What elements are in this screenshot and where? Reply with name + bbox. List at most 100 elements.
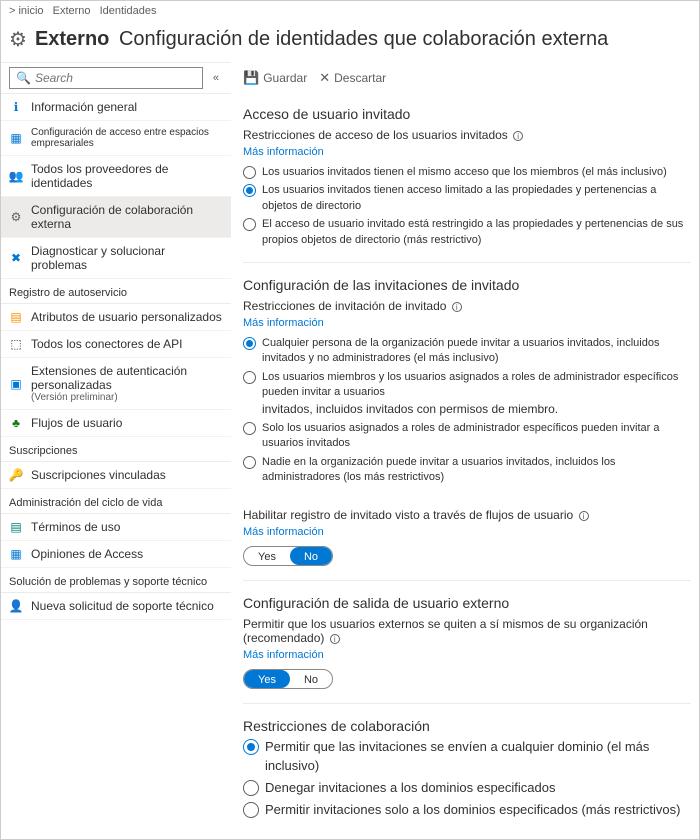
radio-icon bbox=[243, 802, 259, 818]
collab-opt2[interactable]: Denegar invitaciones a los dominios espe… bbox=[243, 779, 691, 797]
discard-icon: ✕ bbox=[319, 70, 330, 86]
toggle-yes[interactable]: Yes bbox=[244, 670, 290, 688]
info-circle-icon[interactable]: i bbox=[579, 511, 589, 521]
radio-label: Nadie en la organización puede invitar a… bbox=[262, 455, 691, 486]
discard-label: Descartar bbox=[334, 71, 386, 85]
info-circle-icon[interactable]: i bbox=[452, 302, 462, 312]
selfservice-title: Habilitar registro de invitado visto a t… bbox=[243, 508, 691, 522]
sidebar-item-terms[interactable]: ▤ Términos de uso bbox=[1, 514, 231, 541]
flows-icon: ♣ bbox=[9, 416, 23, 430]
radio-label: El acceso de usuario invitado está restr… bbox=[262, 217, 691, 248]
radio-icon bbox=[243, 337, 256, 350]
radio-label: Los usuarios miembros y los usuarios asi… bbox=[262, 370, 691, 418]
sidebar-item-access-reviews[interactable]: ▦ Opiniones de Access bbox=[1, 541, 231, 568]
radio-icon bbox=[243, 739, 259, 755]
breadcrumb-identities[interactable]: Identidades bbox=[100, 5, 157, 17]
toggle-no[interactable]: No bbox=[290, 547, 332, 565]
search-input[interactable] bbox=[35, 71, 196, 85]
invite-opt3[interactable]: Solo los usuarios asignados a roles de a… bbox=[243, 421, 691, 452]
radio-icon bbox=[243, 166, 256, 179]
guest-access-more-info[interactable]: Más información bbox=[243, 146, 324, 158]
radio-label: Los usuarios invitados tienen el mismo a… bbox=[262, 165, 667, 180]
info-circle-icon[interactable]: i bbox=[513, 131, 523, 141]
sidebar-item-label: Opiniones de Access bbox=[31, 547, 143, 561]
discard-button[interactable]: ✕ Descartar bbox=[319, 70, 386, 86]
guest-access-opt1[interactable]: Los usuarios invitados tienen el mismo a… bbox=[243, 165, 691, 180]
radio-label: Los usuarios invitados tienen acceso lim… bbox=[262, 183, 691, 214]
radio-icon bbox=[243, 780, 259, 796]
page-title: Externo Configuración de identidades que… bbox=[35, 28, 608, 51]
sidebar-item-label: Información general bbox=[31, 100, 137, 114]
radio-label: Cualquier persona de la organización pue… bbox=[262, 336, 691, 367]
guest-access-opt2[interactable]: Los usuarios invitados tienen acceso lim… bbox=[243, 183, 691, 214]
gear-icon: ⚙ bbox=[9, 27, 27, 52]
radio-label: Permitir que las invitaciones se envíen … bbox=[265, 738, 691, 774]
selfservice-toggle[interactable]: Yes No bbox=[243, 546, 333, 566]
collapse-sidebar-button[interactable]: « bbox=[209, 70, 223, 86]
sidebar-item-cross-tenant[interactable]: ▦ Configuración de acceso entre espacios… bbox=[1, 121, 231, 156]
sidebar-item-label: Atributos de usuario personalizados bbox=[31, 310, 222, 324]
main-content: 💾 Guardar ✕ Descartar Acceso de usuario … bbox=[231, 62, 699, 839]
toggle-no[interactable]: No bbox=[290, 670, 332, 688]
invite-opt4[interactable]: Nadie en la organización puede invitar a… bbox=[243, 455, 691, 486]
breadcrumb-external[interactable]: Externo bbox=[53, 5, 91, 17]
cross-tenant-icon: ▦ bbox=[9, 131, 23, 145]
collab-opt3[interactable]: Permitir invitaciones solo a los dominio… bbox=[243, 801, 691, 819]
sidebar-group-selfservice: Registro de autoservicio bbox=[1, 279, 231, 304]
sidebar-item-label: Flujos de usuario bbox=[31, 416, 122, 430]
sidebar-item-label: Configuración de colaboración externa bbox=[31, 203, 223, 231]
terms-icon: ▤ bbox=[9, 520, 23, 534]
gear-small-icon: ⚙ bbox=[9, 210, 23, 224]
search-box[interactable]: 🔍 bbox=[9, 67, 203, 89]
sidebar-item-label: Todos los proveedores de identidades bbox=[31, 162, 223, 190]
selfservice-more-info[interactable]: Más información bbox=[243, 526, 324, 538]
radio-icon bbox=[243, 184, 256, 197]
sidebar-item-auth-extensions[interactable]: ▣ Extensiones de autenticación personali… bbox=[1, 358, 231, 410]
sidebar-item-new-support[interactable]: 👤 Nueva solicitud de soporte técnico bbox=[1, 593, 231, 620]
info-icon: ℹ bbox=[9, 100, 23, 114]
invite-opt1[interactable]: Cualquier persona de la organización pue… bbox=[243, 336, 691, 367]
people-icon: 👥 bbox=[9, 169, 23, 183]
leave-more-info[interactable]: Más información bbox=[243, 649, 324, 661]
radio-icon bbox=[243, 422, 256, 435]
sidebar-group-lifecycle: Administración del ciclo de vida bbox=[1, 489, 231, 514]
guest-access-opt3[interactable]: El acceso de usuario invitado está restr… bbox=[243, 217, 691, 248]
section-collab-title: Restricciones de colaboración bbox=[243, 718, 691, 734]
invite-sub: Restricciones de invitación de invitado … bbox=[243, 299, 691, 313]
guest-access-sub: Restricciones de acceso de los usuarios … bbox=[243, 128, 691, 142]
save-button[interactable]: 💾 Guardar bbox=[243, 70, 307, 86]
sidebar-item-api-connectors[interactable]: ⬚ Todos los conectores de API bbox=[1, 331, 231, 358]
sidebar-item-user-flows[interactable]: ♣ Flujos de usuario bbox=[1, 410, 231, 437]
attributes-icon: ▤ bbox=[9, 310, 23, 324]
extension-icon: ▣ bbox=[9, 377, 23, 391]
sidebar-item-identity-providers[interactable]: 👥 Todos los proveedores de identidades bbox=[1, 156, 231, 197]
sidebar-item-diagnose[interactable]: ✖ Diagnosticar y solucionar problemas bbox=[1, 238, 231, 279]
section-guest-access-title: Acceso de usuario invitado bbox=[243, 106, 691, 122]
sidebar-item-linked-subs[interactable]: 🔑 Suscripciones vinculadas bbox=[1, 462, 231, 489]
sidebar-item-label: Todos los conectores de API bbox=[31, 337, 182, 351]
page-header: ⚙ Externo Configuración de identidades q… bbox=[1, 21, 699, 62]
invite-opt2[interactable]: Los usuarios miembros y los usuarios asi… bbox=[243, 370, 691, 418]
toggle-yes[interactable]: Yes bbox=[244, 547, 290, 565]
sidebar-item-external-collab[interactable]: ⚙ Configuración de colaboración externa bbox=[1, 197, 231, 238]
reviews-icon: ▦ bbox=[9, 547, 23, 561]
page-title-sub: Configuración de identidades que colabor… bbox=[119, 28, 608, 50]
leave-toggle[interactable]: Yes No bbox=[243, 669, 333, 689]
invite-more-info[interactable]: Más información bbox=[243, 317, 324, 329]
sidebar-item-label: Suscripciones vinculadas bbox=[31, 468, 166, 482]
radio-label: Solo los usuarios asignados a roles de a… bbox=[262, 421, 691, 452]
key-icon: 🔑 bbox=[9, 468, 23, 482]
save-icon: 💾 bbox=[243, 70, 259, 86]
breadcrumb-home[interactable]: > inicio bbox=[9, 5, 44, 17]
sidebar-group-subscriptions: Suscripciones bbox=[1, 437, 231, 462]
sidebar: 🔍 « ℹ Información general ▦ Configuració… bbox=[1, 62, 231, 839]
info-circle-icon[interactable]: i bbox=[330, 634, 340, 644]
sidebar-item-user-attributes[interactable]: ▤ Atributos de usuario personalizados bbox=[1, 304, 231, 331]
toolbar: 💾 Guardar ✕ Descartar bbox=[243, 66, 691, 96]
radio-icon bbox=[243, 456, 256, 469]
sidebar-item-overview[interactable]: ℹ Información general bbox=[1, 94, 231, 121]
collab-opt1[interactable]: Permitir que las invitaciones se envíen … bbox=[243, 738, 691, 774]
radio-icon bbox=[243, 371, 256, 384]
sidebar-item-label: Configuración de acceso entre espacios e… bbox=[31, 127, 223, 149]
search-icon: 🔍 bbox=[16, 71, 31, 85]
